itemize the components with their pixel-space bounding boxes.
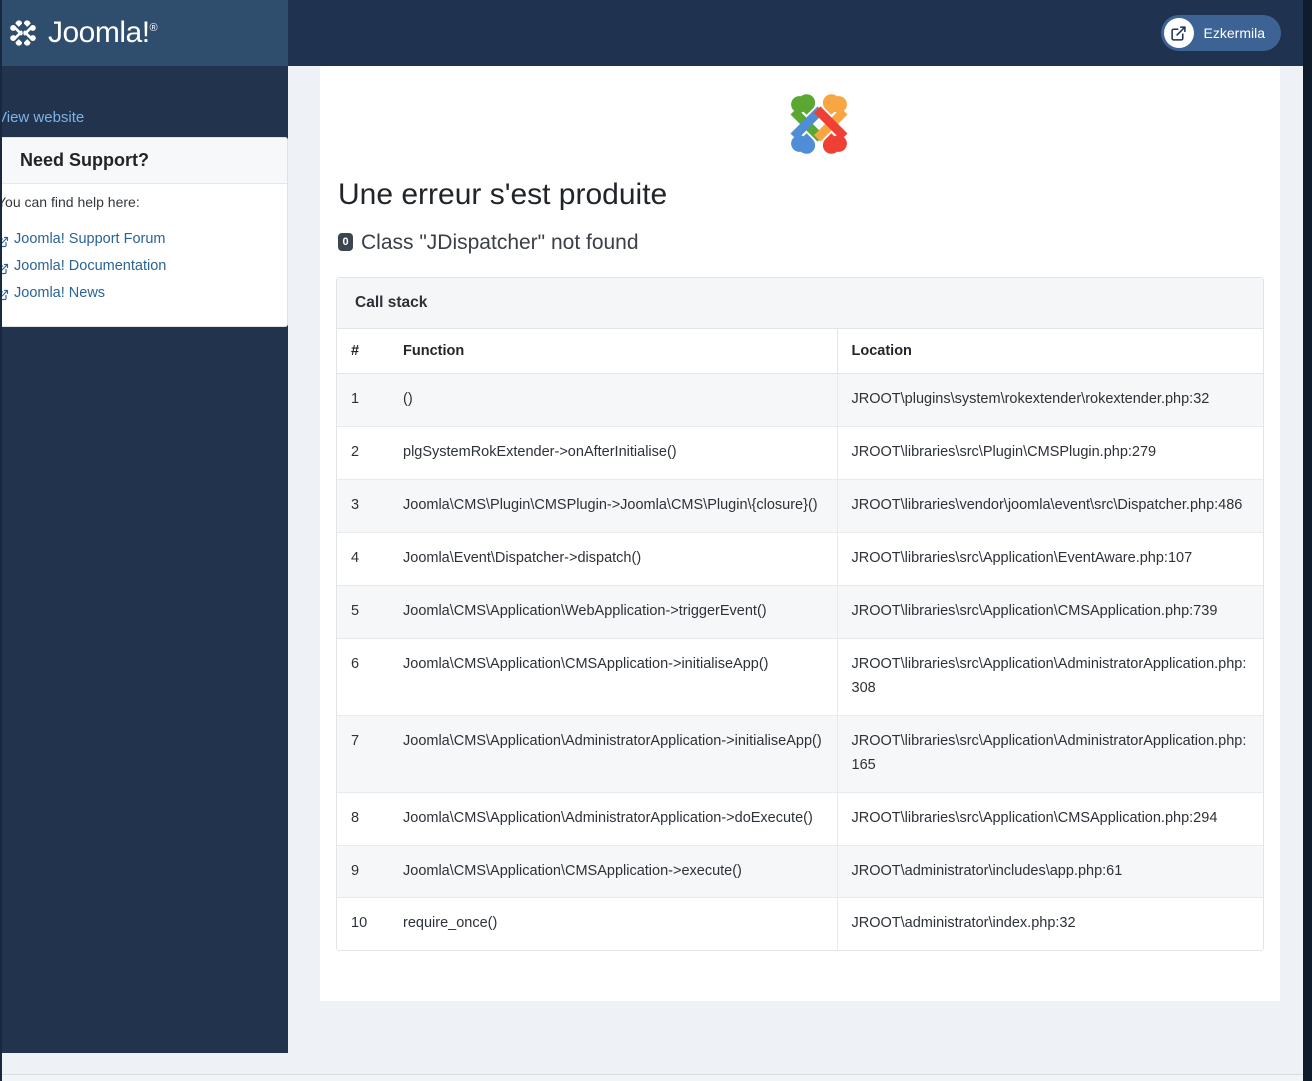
- browser-viewport: Joomla!® Ezkermila View website Need Sup…: [0, 0, 1312, 1081]
- list-item: Joomla! Documentation: [0, 256, 271, 280]
- callstack-row-location: JROOT\libraries\src\Application\EventAwa…: [836, 532, 1263, 586]
- table-row: 6 Joomla\CMS\Application\CMSApplication->…: [337, 638, 1263, 716]
- view-website-link[interactable]: View website: [0, 66, 288, 126]
- status-badge: 0: [338, 233, 353, 252]
- callstack-row-function: Joomla\CMS\Application\WebApplication->t…: [389, 585, 837, 639]
- support-link-label: Joomla! Documentation: [14, 257, 167, 274]
- callstack-row-function: (): [389, 373, 837, 428]
- callstack-row-number: 5: [337, 585, 389, 639]
- callstack-row-location: JROOT\administrator\index.php:32: [836, 897, 1263, 951]
- table-row: 2 plgSystemRokExtender->onAfterInitialise…: [337, 426, 1263, 481]
- column-header-function: Function: [389, 329, 837, 375]
- callstack-row-number: 3: [337, 479, 389, 534]
- table-row: 9 Joomla\CMS\Application\CMSApplication->…: [337, 845, 1263, 899]
- callstack-row-number: 10: [337, 897, 389, 951]
- support-help-text: You can find help here:: [0, 194, 140, 211]
- list-item: Joomla! Support Forum: [0, 229, 271, 253]
- callstack-row-location: JROOT\libraries\src\Application\Administ…: [836, 715, 1263, 793]
- callstack-row-number: 4: [337, 532, 389, 586]
- callstack-row-function: Joomla\Event\Dispatcher->dispatch(): [389, 532, 837, 586]
- error-message-text: Class "JDispatcher" not found: [361, 230, 639, 254]
- user-menu-button[interactable]: Ezkermila: [1160, 15, 1281, 51]
- callstack-row-function: Joomla\CMS\Application\CMSApplication->i…: [389, 638, 837, 716]
- column-header-num: #: [337, 329, 389, 375]
- callstack-row-function: require_once(): [389, 897, 837, 951]
- table-row: 1() JROOT\plugins\system\rokextender\roke…: [337, 373, 1263, 428]
- external-link-icon: [1163, 18, 1194, 48]
- table-row: 8 Joomla\CMS\Application\AdministratorApp…: [337, 792, 1263, 846]
- support-link-documentation[interactable]: Joomla! Documentation: [0, 256, 166, 278]
- user-name-label: Ezkermila: [1203, 25, 1265, 41]
- support-link-label: Joomla! Support Forum: [14, 230, 166, 247]
- callstack-row-location: JROOT\libraries\src\Application\CMSAppli…: [836, 792, 1263, 846]
- support-link-label: Joomla! News: [14, 284, 106, 301]
- main-content-area: Une erreur s'est produite 0 Class "JDisp…: [320, 66, 1280, 1001]
- table-row: 5 Joomla\CMS\Application\WebApplication->…: [337, 585, 1263, 639]
- callstack-table: # Function Location 1() JROOT\plugins\sys…: [337, 329, 1263, 951]
- brand-name: Joomla!: [48, 16, 150, 49]
- brand-block[interactable]: Joomla!®: [0, 0, 288, 66]
- support-link-news[interactable]: Joomla! News: [0, 283, 105, 305]
- callstack-row-number: 6: [337, 638, 389, 716]
- callstack-row-number: 8: [337, 792, 389, 846]
- callstack-row-function: Joomla\CMS\Application\AdministratorAppl…: [389, 792, 837, 846]
- support-card-header: Need Support?: [0, 138, 287, 185]
- callstack-table-body: 1() JROOT\plugins\system\rokextender\roke…: [337, 373, 1263, 951]
- callstack-row-number: 1: [337, 373, 389, 428]
- table-row: 4 Joomla\Event\Dispatcher->dispatch() JROO…: [337, 532, 1263, 586]
- table-header-row: # Function Location: [337, 329, 1263, 375]
- table-row: 3 Joomla\CMS\Plugin\CMSPlugin->Joomla\CMS…: [337, 479, 1263, 534]
- callstack-row-number: 2: [337, 426, 389, 481]
- support-link-forum[interactable]: Joomla! Support Forum: [0, 229, 166, 251]
- window-frame-bottom: [0, 1074, 1312, 1081]
- callstack-row-function: Joomla\CMS\Application\AdministratorAppl…: [389, 715, 837, 793]
- callstack-row-location: JROOT\libraries\src\Application\CMSAppli…: [836, 585, 1263, 639]
- callstack-row-location: JROOT\libraries\vendor\joomla\event\src\…: [836, 479, 1263, 534]
- joomla-logo-icon: [781, 86, 857, 162]
- admin-sidebar: View website Need Support? You can find …: [0, 66, 288, 1053]
- list-item: Joomla! News: [0, 283, 271, 307]
- callstack-row-function: plgSystemRokExtender->onAfterInitialise(…: [389, 426, 837, 481]
- joomla-logo-icon: [6, 16, 40, 50]
- admin-header-bar: Joomla!® Ezkermila: [0, 0, 1303, 66]
- callstack-row-function: Joomla\CMS\Application\CMSApplication->e…: [389, 845, 837, 899]
- callstack-table-head: # Function Location: [337, 329, 1263, 375]
- callstack-row-location: JROOT\libraries\src\Application\Administ…: [836, 638, 1263, 716]
- table-row: 10 require_once() JROOT\administrator\inde…: [337, 897, 1263, 951]
- error-message-row: 0 Class "JDispatcher" not found: [336, 230, 1264, 255]
- table-row: 7 Joomla\CMS\Application\AdministratorApp…: [337, 715, 1263, 793]
- window-frame-right: [1303, 0, 1312, 1081]
- support-card-title: Need Support?: [20, 150, 149, 170]
- callstack-row-number: 9: [337, 845, 389, 899]
- registered-mark: ®: [149, 22, 158, 34]
- window-frame-left: [0, 0, 2, 1081]
- brand-wordmark: Joomla!®: [48, 16, 158, 49]
- support-card-body: You can find help here: Joomla! Support …: [0, 184, 287, 326]
- callstack-panel-title: Call stack: [355, 293, 428, 311]
- support-link-list: Joomla! Support Forum Joomla! Documentat…: [0, 229, 271, 307]
- callstack-panel: Call stack # Function Location 1() JROOT\…: [336, 276, 1264, 952]
- callstack-panel-header: Call stack: [337, 277, 1263, 330]
- callstack-row-location: JROOT\libraries\src\Plugin\CMSPlugin.php…: [836, 426, 1263, 481]
- callstack-row-location: JROOT\plugins\system\rokextender\rokexte…: [836, 373, 1263, 428]
- page-title: Une erreur s'est produite: [338, 178, 668, 211]
- callstack-row-number: 7: [337, 715, 389, 793]
- support-card: Need Support? You can find help here: Jo…: [0, 137, 288, 328]
- column-header-location: Location: [836, 329, 1263, 375]
- error-logo-wrap: [374, 66, 1264, 176]
- callstack-row-function: Joomla\CMS\Plugin\CMSPlugin->Joomla\CMS\…: [389, 479, 837, 534]
- callstack-row-location: JROOT\administrator\includes\app.php:61: [836, 845, 1263, 899]
